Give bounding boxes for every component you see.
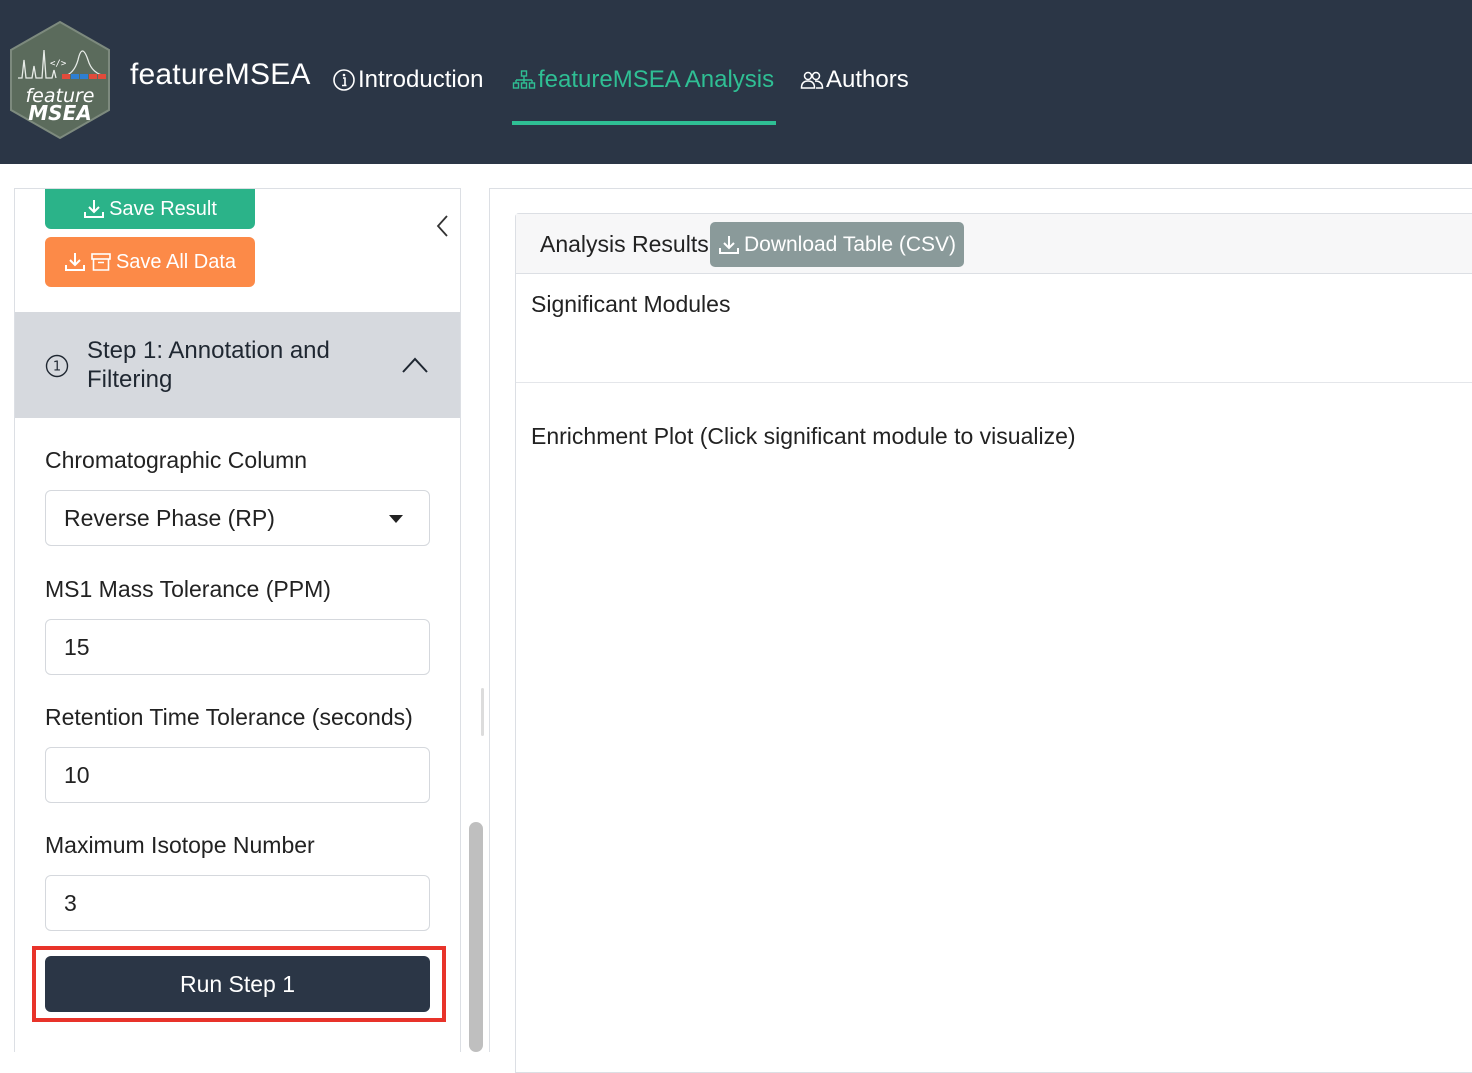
download-table-button[interactable]: Download Table (CSV) <box>710 222 964 267</box>
max-isotope-label: Maximum Isotope Number <box>45 832 315 858</box>
max-isotope-input[interactable] <box>64 889 429 917</box>
svg-text:1: 1 <box>53 360 61 375</box>
save-all-data-label: Save All Data <box>115 250 237 273</box>
caret-down-icon <box>389 515 403 523</box>
significant-modules-title: Significant Modules <box>531 291 731 317</box>
section-divider <box>516 382 1472 383</box>
svg-text:</>: </> <box>50 59 67 69</box>
chromatographic-column-select[interactable]: Reverse Phase (RP) <box>45 490 430 546</box>
rt-tolerance-label: Retention Time Tolerance (seconds) <box>45 704 413 730</box>
step1-accordion-header[interactable]: 1 Step 1: Annotation and Filtering <box>15 312 460 418</box>
svg-text:MSEA: MSEA <box>28 101 91 125</box>
card-header: Analysis Results Download Table (CSV) <box>516 214 1472 274</box>
save-result-label: Save Result <box>109 197 217 220</box>
active-tab-indicator <box>512 121 776 125</box>
panel-resize-handle[interactable] <box>481 688 484 736</box>
content-top-border <box>490 188 1472 189</box>
download-icon <box>84 200 105 218</box>
rt-tolerance-input[interactable] <box>64 761 429 789</box>
save-result-button[interactable]: Save Result <box>45 189 255 229</box>
ms1-tolerance-field[interactable] <box>45 619 430 675</box>
download-icon <box>64 253 85 271</box>
nav-introduction[interactable]: Introduction <box>332 62 483 98</box>
chromatographic-column-value: Reverse Phase (RP) <box>64 504 275 531</box>
download-icon <box>718 235 739 254</box>
top-navbar: </> feature MSEA featureMSEA Introductio… <box>0 0 1472 164</box>
sidebar-panel: Save Result Save All Data 1 Step 1: Anno… <box>14 188 461 1052</box>
step-number-icon: 1 <box>45 354 69 378</box>
brand-title[interactable]: featureMSEA <box>130 58 311 92</box>
max-isotope-field[interactable] <box>45 875 430 931</box>
analysis-results-card: Analysis Results Download Table (CSV) Si… <box>515 213 1472 1073</box>
sidebar-scrollbar-thumb[interactable] <box>469 822 483 1052</box>
chevron-up-icon[interactable] <box>401 356 429 374</box>
download-table-label: Download Table (CSV) <box>743 232 957 256</box>
nav-authors[interactable]: Authors <box>800 62 909 98</box>
run-step1-label: Run Step 1 <box>179 970 296 997</box>
collapse-sidebar-icon[interactable] <box>433 213 453 239</box>
save-all-data-button[interactable]: Save All Data <box>45 237 255 287</box>
analysis-results-title: Analysis Results <box>540 231 709 257</box>
run-step1-button[interactable]: Run Step 1 <box>45 956 430 1012</box>
info-circle-icon <box>333 69 355 91</box>
nav-featuremsea-analysis-label: featureMSEA Analysis <box>538 66 775 93</box>
chromatographic-column-label: Chromatographic Column <box>45 447 308 473</box>
archive-icon <box>91 253 111 271</box>
people-icon <box>800 71 824 89</box>
enrichment-plot-title: Enrichment Plot (Click significant modul… <box>531 423 1076 449</box>
ms1-tolerance-label: MS1 Mass Tolerance (PPM) <box>45 576 331 602</box>
rt-tolerance-field[interactable] <box>45 747 430 803</box>
ms1-tolerance-input[interactable] <box>64 633 429 661</box>
nav-authors-label: Authors <box>826 66 909 93</box>
panel-divider <box>489 188 490 1052</box>
step1-title: Step 1: Annotation and Filtering <box>87 337 330 393</box>
diagram-icon <box>512 70 536 89</box>
nav-featuremsea-analysis[interactable]: featureMSEA Analysis <box>512 62 774 98</box>
featuremsea-logo[interactable]: </> feature MSEA <box>8 20 112 140</box>
nav-introduction-label: Introduction <box>358 66 484 93</box>
